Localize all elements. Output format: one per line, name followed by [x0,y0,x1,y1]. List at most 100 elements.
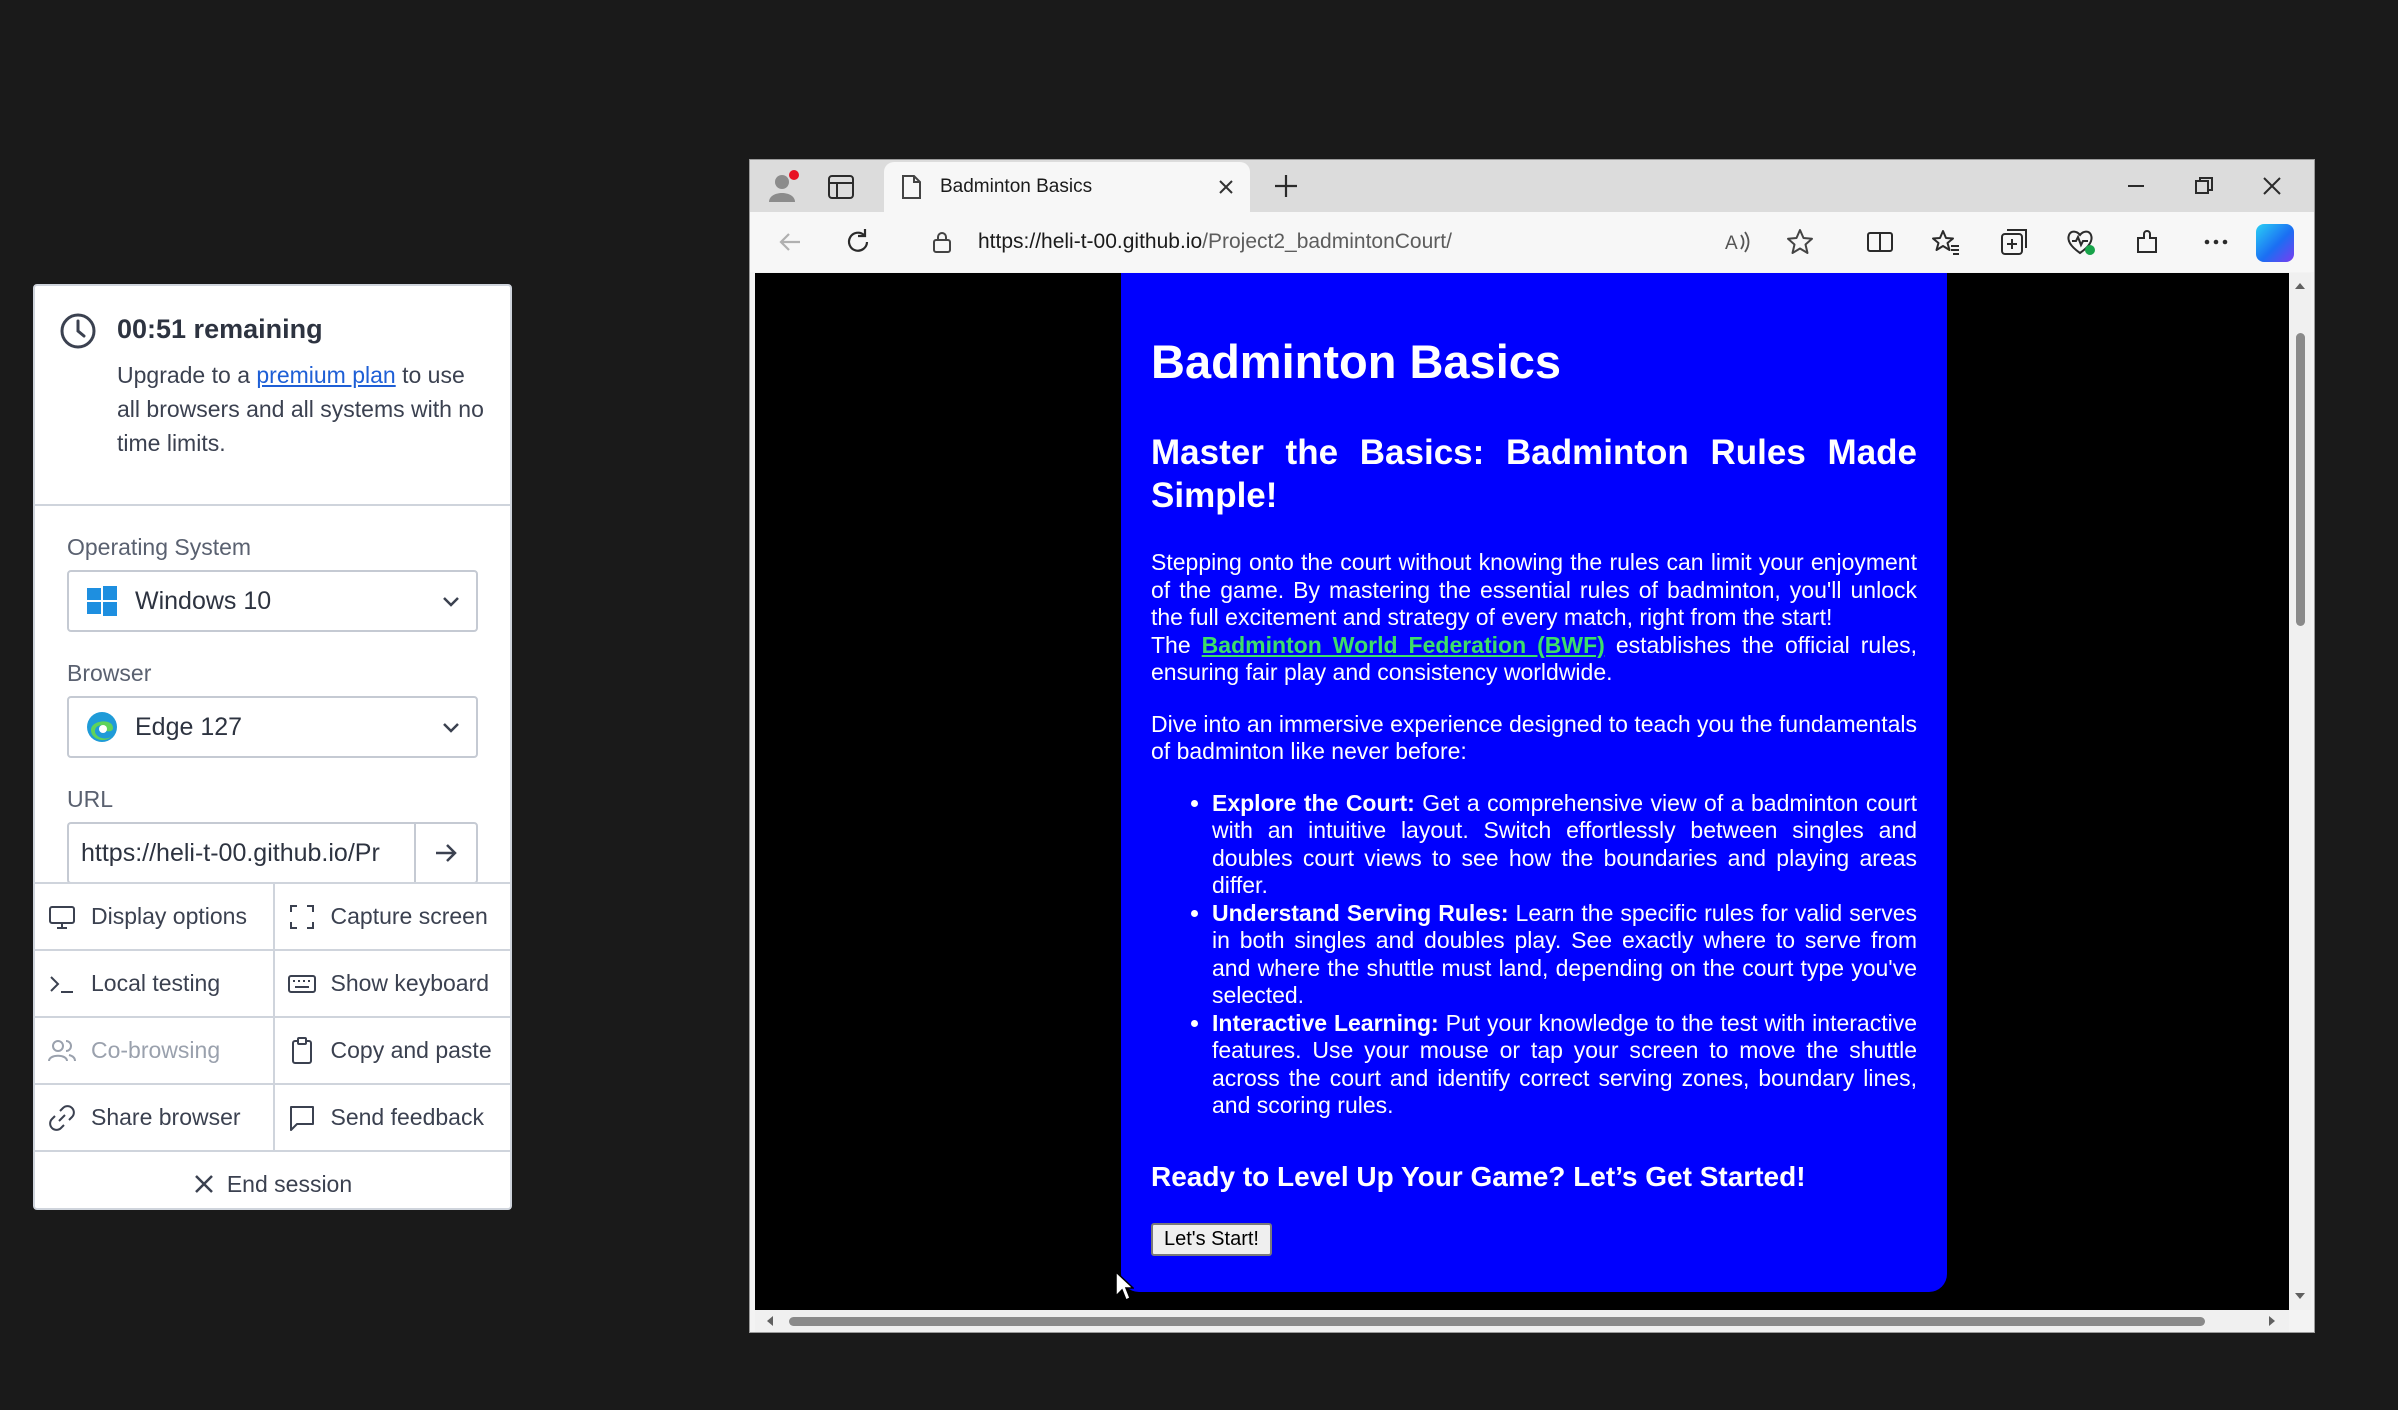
refresh-icon[interactable] [842,226,874,258]
chevron-down-icon [443,597,459,607]
extensions-icon[interactable] [2132,226,2164,258]
windows-icon [87,586,117,616]
tab-strip: Badminton Basics [750,160,2314,212]
browser-label: Browser [67,660,152,686]
feature-item: Interactive Learning: Put your knowledge… [1212,1010,1917,1120]
mouse-cursor-icon [1115,1270,1134,1302]
horizontal-scroll-thumb[interactable] [789,1317,2205,1326]
capture-screen-label: Capture screen [330,903,488,929]
page-subtitle: Master the Basics: Badminton Rules Made … [1151,433,1917,515]
browser-window: Badminton Basics https://heli-t-00.githu… [749,159,2315,1333]
clipboard-icon [291,1036,312,1064]
scroll-right-icon[interactable] [2267,1315,2277,1327]
monitor-icon [49,905,75,929]
bwf-link[interactable]: Badminton World Federation (BWF) [1202,632,1605,658]
intro-text: Stepping onto the court without knowing … [1151,549,1917,630]
browser-essentials-icon[interactable] [2064,226,2096,258]
scroll-up-icon[interactable] [2294,281,2306,291]
collections-icon[interactable] [1998,226,2030,258]
intro-paragraph: Stepping onto the court without knowing … [1151,549,1917,687]
premium-plan-link[interactable]: premium plan [256,362,395,388]
tab-badminton-basics[interactable]: Badminton Basics [884,162,1250,212]
restore-icon[interactable] [2190,172,2218,200]
display-options-label: Display options [91,903,247,929]
dive-paragraph: Dive into an immersive experience design… [1151,710,1917,765]
arrow-right-icon [436,844,457,862]
display-options-button[interactable]: Display options [35,884,273,949]
end-session-button[interactable]: End session [35,1150,510,1216]
horizontal-scrollbar[interactable] [755,1310,2289,1332]
end-session-label: End session [226,1170,353,1197]
page-title: Badminton Basics [1151,335,1562,388]
upgrade-text: Upgrade to a premium plan to use all bro… [117,358,487,460]
url-input[interactable]: https://heli-t-00.github.io/Pr [67,822,414,884]
close-window-icon[interactable] [2258,172,2286,200]
url-host: https://heli-t-00.github.io [978,230,1203,253]
address-bar[interactable]: https://heli-t-00.github.io/Project2_bad… [910,220,1780,264]
co-browsing-button[interactable]: Co-browsing [35,1018,273,1083]
feature-item: Understand Serving Rules: Learn the spec… [1212,900,1917,1010]
svg-text:A: A [1725,233,1738,254]
favorite-star-icon[interactable] [1784,226,1816,258]
feature-title: Explore the Court: [1212,789,1415,816]
os-label: Operating System [67,534,252,560]
lets-start-button[interactable]: Let's Start! [1151,1222,1272,1256]
co-browsing-label: Co-browsing [91,1037,221,1063]
bwf-prefix: The [1151,631,1202,658]
scroll-left-icon[interactable] [765,1315,775,1327]
scroll-down-icon[interactable] [2294,1291,2306,1301]
more-options-icon[interactable] [2200,226,2232,258]
cta-heading: Ready to Level Up Your Game? Let’s Get S… [1151,1160,1806,1192]
local-testing-button[interactable]: Local testing [35,951,273,1016]
close-tab-icon[interactable] [1216,177,1236,197]
action-grid: Display options Capture screen Local tes… [35,882,510,1216]
page-content: Badminton Basics Master the Basics: Badm… [1121,273,1947,1292]
profile-icon[interactable] [766,170,800,204]
feature-title: Understand Serving Rules: [1212,899,1509,926]
new-tab-icon[interactable] [1272,172,1300,200]
vertical-scroll-thumb[interactable] [2296,333,2305,626]
local-testing-label: Local testing [91,970,221,996]
timer-section: 00:51 remaining Upgrade to a premium pla… [35,286,510,506]
os-value: Windows 10 [135,586,272,615]
vertical-scrollbar[interactable] [2289,273,2311,1310]
page-viewport: Badminton Basics Master the Basics: Badm… [755,273,2289,1310]
tab-title: Badminton Basics [940,176,1093,197]
upgrade-prefix: Upgrade to a [117,362,257,388]
show-keyboard-button[interactable]: Show keyboard [272,951,511,1016]
url-go-button[interactable] [414,822,478,884]
back-icon[interactable] [774,226,806,258]
url-label: URL [67,786,114,812]
feature-item: Explore the Court: Get a comprehensive v… [1212,790,1917,900]
link-icon [49,1104,75,1131]
message-icon [289,1105,314,1131]
browser-value: Edge 127 [135,712,243,741]
chevron-down-icon [443,723,459,733]
users-icon [48,1039,76,1061]
copy-and-paste-label: Copy and paste [330,1037,492,1063]
document-icon [902,175,921,199]
toolbar: https://heli-t-00.github.io/Project2_bad… [750,212,2314,272]
os-select[interactable]: Windows 10 [67,570,478,632]
lock-icon[interactable] [930,230,954,254]
url-row: https://heli-t-00.github.io/Pr [67,822,478,884]
feature-list: Explore the Court: Get a comprehensive v… [1151,790,1917,1120]
read-aloud-icon[interactable]: A [1722,226,1754,258]
show-keyboard-label: Show keyboard [330,970,490,996]
copy-and-paste-button[interactable]: Copy and paste [272,1018,511,1083]
minimize-icon[interactable] [2122,172,2150,200]
tab-actions-icon[interactable] [826,172,856,202]
send-feedback-label: Send feedback [330,1104,484,1130]
close-icon [194,1175,213,1193]
capture-screen-button[interactable]: Capture screen [272,884,511,949]
feature-title: Interactive Learning: [1212,1009,1439,1036]
edge-icon [87,712,117,742]
copilot-icon[interactable] [2256,224,2294,262]
favorites-icon[interactable] [1930,226,1962,258]
browser-select[interactable]: Edge 127 [67,696,478,758]
share-browser-label: Share browser [91,1104,241,1130]
address-url: https://heli-t-00.github.io/Project2_bad… [978,230,1452,254]
send-feedback-button[interactable]: Send feedback [272,1085,511,1150]
split-screen-icon[interactable] [1864,226,1896,258]
share-browser-button[interactable]: Share browser [35,1085,273,1150]
